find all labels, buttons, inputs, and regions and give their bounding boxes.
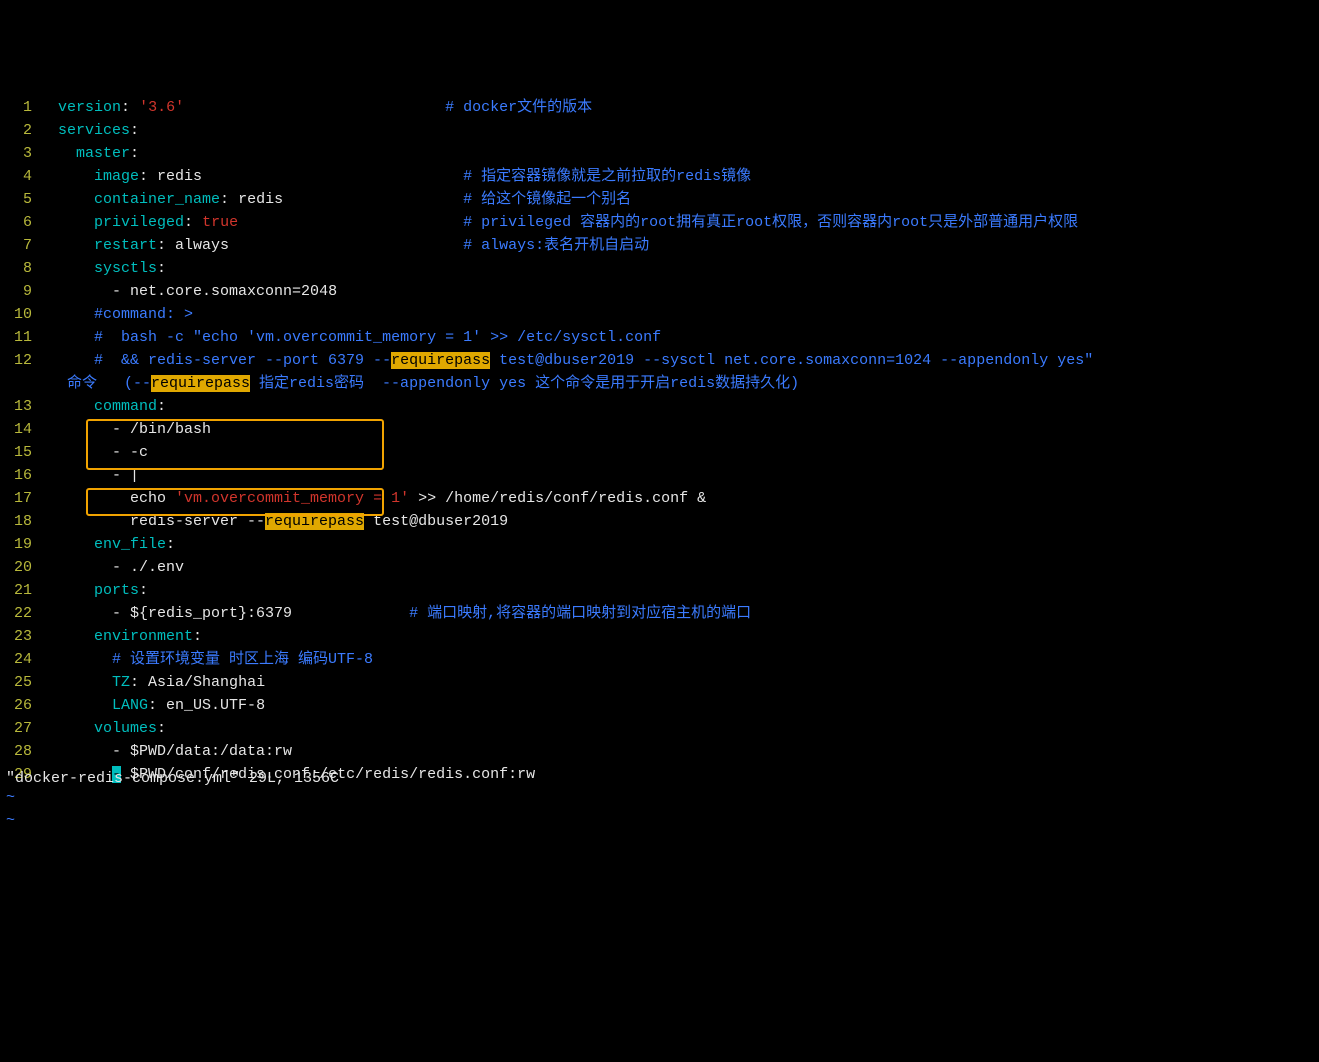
code-content[interactable]: - /bin/bash	[40, 418, 1319, 441]
code-content[interactable]: environment:	[40, 625, 1319, 648]
code-line[interactable]: 1 version: '3.6' # docker文件的版本	[0, 96, 1319, 119]
code-content[interactable]: echo 'vm.overcommit_memory = 1' >> /home…	[40, 487, 1319, 510]
code-line[interactable]: 26 LANG: en_US.UTF-8	[0, 694, 1319, 717]
line-number: 27	[0, 717, 40, 740]
code-line[interactable]: 20 - ./.env	[0, 556, 1319, 579]
code-line[interactable]: 17 echo 'vm.overcommit_memory = 1' >> /h…	[0, 487, 1319, 510]
line-number: 5	[0, 188, 40, 211]
code-line[interactable]: 13 command:	[0, 395, 1319, 418]
line-number: 17	[0, 487, 40, 510]
line-number: 24	[0, 648, 40, 671]
code-content[interactable]: redis-server --requirepass test@dbuser20…	[40, 510, 1319, 533]
code-content[interactable]: ports:	[40, 579, 1319, 602]
code-content[interactable]: - -c	[40, 441, 1319, 464]
code-line[interactable]: 6 privileged: true # privileged 容器内的root…	[0, 211, 1319, 234]
code-content[interactable]: # 设置环境变量 时区上海 编码UTF-8	[40, 648, 1319, 671]
line-number: 16	[0, 464, 40, 487]
code-line[interactable]: 12 # && redis-server --port 6379 --requi…	[0, 349, 1319, 372]
code-line[interactable]: 15 - -c	[0, 441, 1319, 464]
code-content[interactable]: volumes:	[40, 717, 1319, 740]
line-number: 25	[0, 671, 40, 694]
line-number: 14	[0, 418, 40, 441]
code-content[interactable]: # bash -c "echo 'vm.overcommit_memory = …	[40, 326, 1319, 349]
code-line[interactable]: 3 master:	[0, 142, 1319, 165]
code-content[interactable]: env_file:	[40, 533, 1319, 556]
code-content[interactable]: privileged: true # privileged 容器内的root拥有…	[40, 211, 1319, 234]
code-line[interactable]: 27 volumes:	[0, 717, 1319, 740]
code-line[interactable]: 命令 (--requirepass 指定redis密码 --appendonly…	[0, 372, 1319, 395]
code-line[interactable]: 24 # 设置环境变量 时区上海 编码UTF-8	[0, 648, 1319, 671]
line-number: 22	[0, 602, 40, 625]
line-number: 6	[0, 211, 40, 234]
code-editor[interactable]: 1 version: '3.6' # docker文件的版本2 services…	[0, 92, 1319, 832]
line-number: 18	[0, 510, 40, 533]
line-number: 2	[0, 119, 40, 142]
code-content[interactable]: - ./.env	[40, 556, 1319, 579]
code-content[interactable]: - net.core.somaxconn=2048	[40, 280, 1319, 303]
code-line[interactable]: 18 redis-server --requirepass test@dbuse…	[0, 510, 1319, 533]
code-content[interactable]: container_name: redis # 给这个镜像起一个别名	[40, 188, 1319, 211]
code-line[interactable]: 19 env_file:	[0, 533, 1319, 556]
line-number: 28	[0, 740, 40, 763]
code-content[interactable]: - |	[40, 464, 1319, 487]
code-content[interactable]: command:	[40, 395, 1319, 418]
code-content[interactable]: services:	[40, 119, 1319, 142]
code-content[interactable]: image: redis # 指定容器镜像就是之前拉取的redis镜像	[40, 165, 1319, 188]
code-line[interactable]: 2 services:	[0, 119, 1319, 142]
code-content[interactable]: sysctls:	[40, 257, 1319, 280]
code-content[interactable]: LANG: en_US.UTF-8	[40, 694, 1319, 717]
empty-line: ~	[0, 809, 1319, 832]
line-number: 3	[0, 142, 40, 165]
status-line: "docker-redis-compose.yml" 29L, 1356C	[6, 767, 339, 790]
code-content[interactable]: # && redis-server --port 6379 --requirep…	[40, 349, 1319, 372]
line-number: 23	[0, 625, 40, 648]
code-line[interactable]: 14 - /bin/bash	[0, 418, 1319, 441]
line-number: 15	[0, 441, 40, 464]
code-line[interactable]: 9 - net.core.somaxconn=2048	[0, 280, 1319, 303]
code-line[interactable]: 22 - ${redis_port}:6379 # 端口映射,将容器的端口映射到…	[0, 602, 1319, 625]
line-number: 1	[0, 96, 40, 119]
line-number: 8	[0, 257, 40, 280]
code-line[interactable]: 23 environment:	[0, 625, 1319, 648]
code-line[interactable]: 28 - $PWD/data:/data:rw	[0, 740, 1319, 763]
code-line[interactable]: 5 container_name: redis # 给这个镜像起一个别名	[0, 188, 1319, 211]
code-line[interactable]: 11 # bash -c "echo 'vm.overcommit_memory…	[0, 326, 1319, 349]
line-number: 12	[0, 349, 40, 372]
code-line[interactable]: 16 - |	[0, 464, 1319, 487]
line-number: 11	[0, 326, 40, 349]
line-number: 13	[0, 395, 40, 418]
code-content[interactable]: version: '3.6' # docker文件的版本	[40, 96, 1319, 119]
code-line[interactable]: 7 restart: always # always:表名开机自启动	[0, 234, 1319, 257]
line-number: 4	[0, 165, 40, 188]
line-number: 9	[0, 280, 40, 303]
code-content[interactable]: - ${redis_port}:6379 # 端口映射,将容器的端口映射到对应宿…	[40, 602, 1319, 625]
code-content[interactable]: restart: always # always:表名开机自启动	[40, 234, 1319, 257]
line-number: 7	[0, 234, 40, 257]
code-line[interactable]: 25 TZ: Asia/Shanghai	[0, 671, 1319, 694]
code-content[interactable]: TZ: Asia/Shanghai	[40, 671, 1319, 694]
code-content[interactable]: 命令 (--requirepass 指定redis密码 --appendonly…	[40, 372, 1319, 395]
code-line[interactable]: 21 ports:	[0, 579, 1319, 602]
code-content[interactable]: master:	[40, 142, 1319, 165]
code-line[interactable]: 8 sysctls:	[0, 257, 1319, 280]
line-number: 19	[0, 533, 40, 556]
line-number: 20	[0, 556, 40, 579]
code-content[interactable]: #command: >	[40, 303, 1319, 326]
line-number: 21	[0, 579, 40, 602]
line-number: 26	[0, 694, 40, 717]
code-line[interactable]: 10 #command: >	[0, 303, 1319, 326]
code-content[interactable]: - $PWD/data:/data:rw	[40, 740, 1319, 763]
line-number: 10	[0, 303, 40, 326]
code-line[interactable]: 4 image: redis # 指定容器镜像就是之前拉取的redis镜像	[0, 165, 1319, 188]
